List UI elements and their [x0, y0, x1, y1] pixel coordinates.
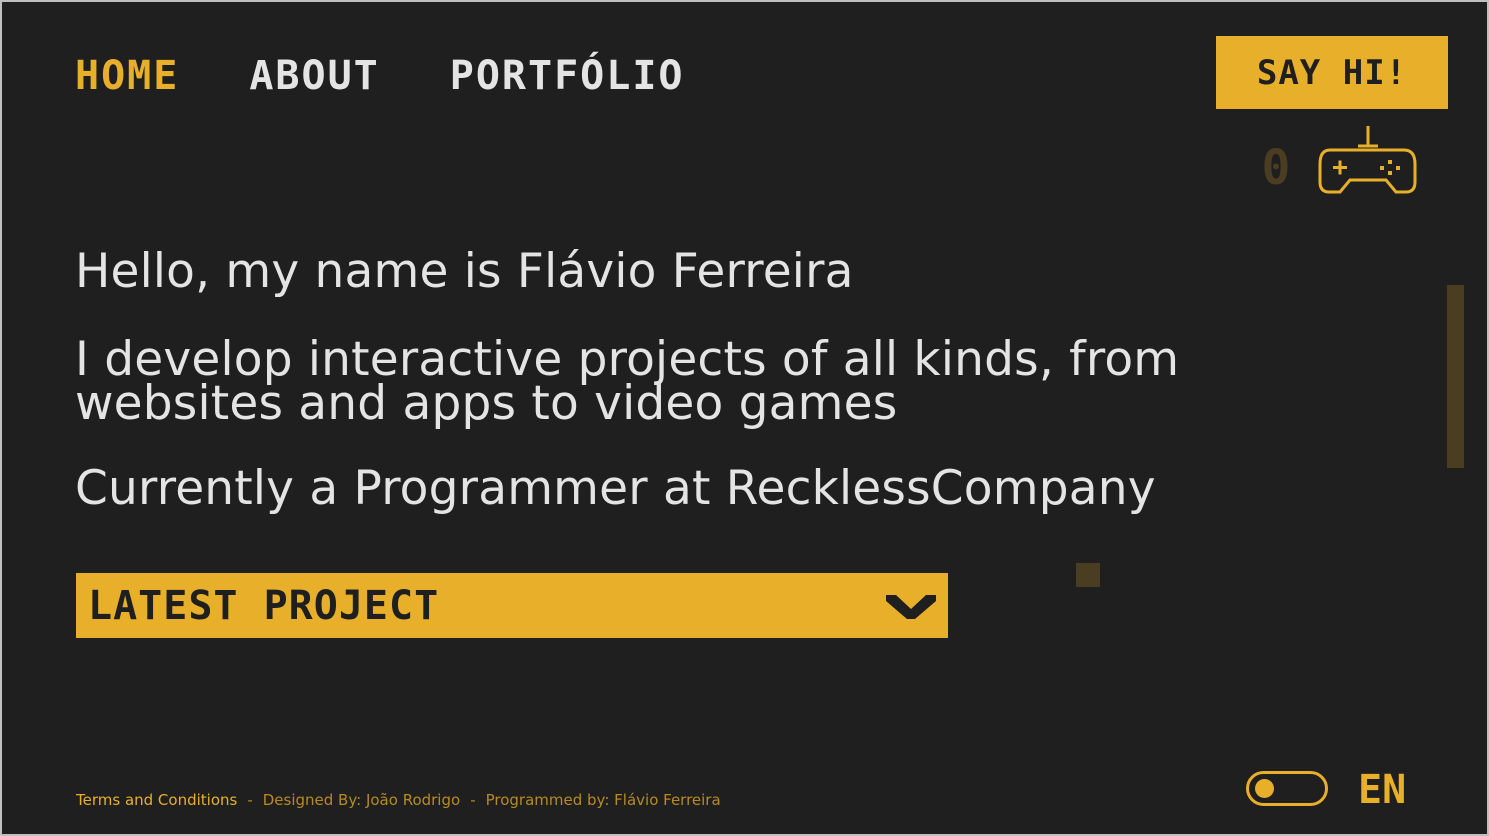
latest-project-label: LATEST PROJECT: [88, 582, 440, 629]
designed-by-credit: Designed By: João Rodrigo: [262, 791, 461, 809]
say-hi-button[interactable]: SAY HI!: [1216, 36, 1448, 109]
footer: Terms and Conditions - Designed By: João R…: [76, 791, 721, 809]
decorative-pixel: [1076, 563, 1100, 587]
score-counter: 0: [1261, 140, 1291, 196]
programmed-by-credit: Programmed by: Flávio Ferreira: [485, 791, 721, 809]
gamepad-icon[interactable]: [1316, 124, 1418, 196]
toggle-knob: [1255, 779, 1274, 798]
footer-separator: -: [470, 791, 476, 809]
main-nav: HOME ABOUT PORTFÓLIO: [75, 54, 685, 98]
nav-about[interactable]: ABOUT: [249, 54, 379, 98]
theme-toggle[interactable]: [1246, 771, 1328, 806]
terms-link[interactable]: Terms and Conditions: [76, 791, 237, 809]
latest-project-dropdown[interactable]: LATEST PROJECT: [76, 573, 948, 638]
intro-greeting: Hello, my name is Flávio Ferreira: [75, 244, 854, 299]
scrollbar-thumb[interactable]: [1447, 285, 1464, 468]
nav-portfolio[interactable]: PORTFÓLIO: [450, 54, 685, 98]
footer-separator: -: [247, 791, 253, 809]
nav-home[interactable]: HOME: [75, 54, 179, 98]
page: HOME ABOUT PORTFÓLIO SAY HI! 0 Hello, my…: [0, 0, 1489, 836]
intro-current-role: Currently a Programmer at RecklessCompan…: [75, 461, 1156, 516]
language-switch[interactable]: EN: [1358, 768, 1406, 812]
chevron-down-icon: [886, 594, 936, 619]
intro-description: I develop interactive projects of all ki…: [75, 332, 1180, 431]
